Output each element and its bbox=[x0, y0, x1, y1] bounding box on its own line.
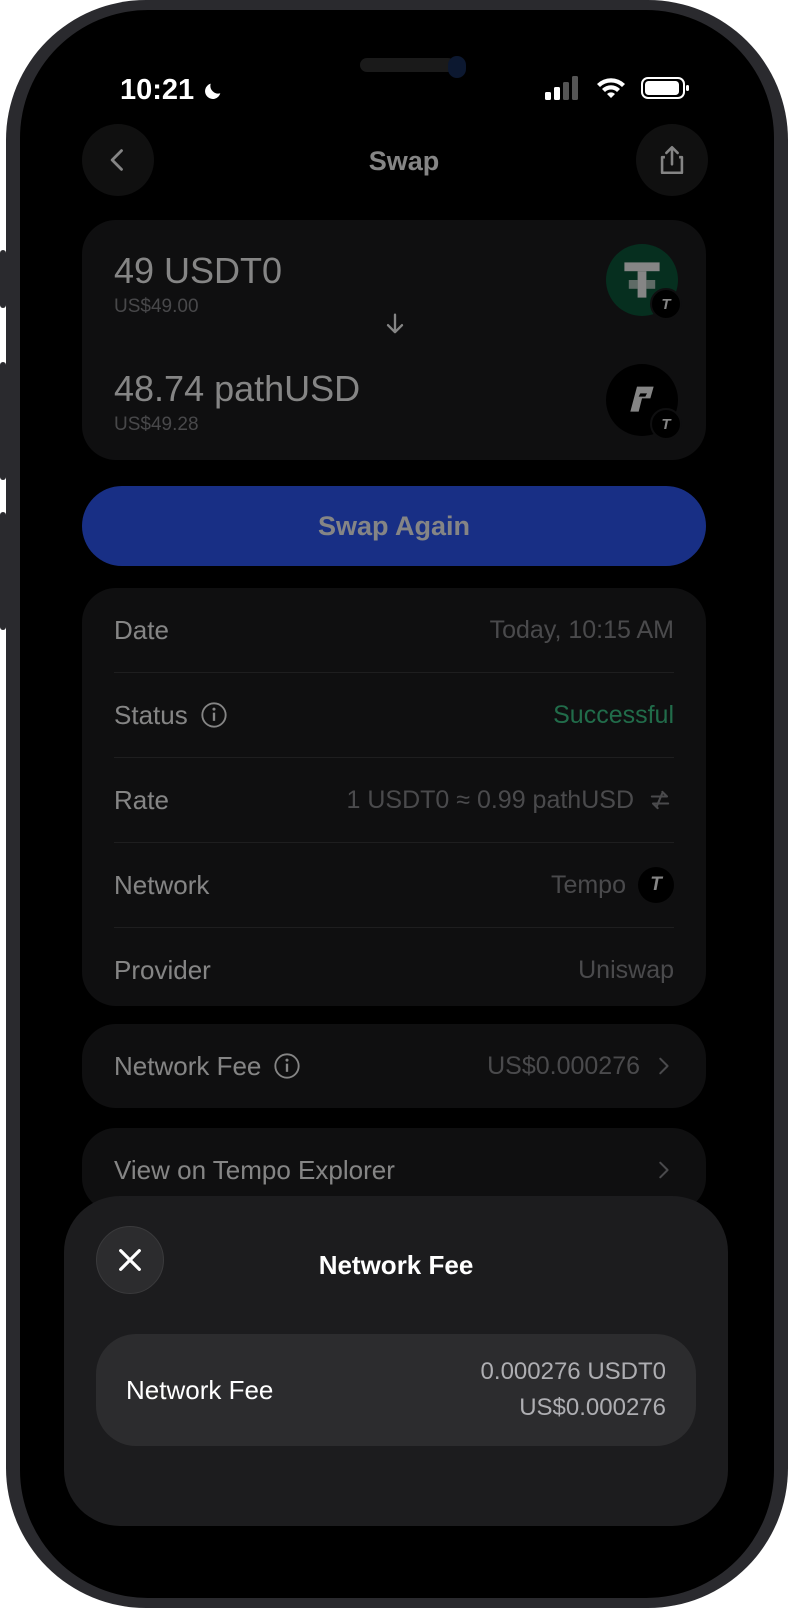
info-icon[interactable] bbox=[273, 1052, 301, 1080]
network-fee-detail: Network Fee 0.000276 USDT0 US$0.000276 bbox=[96, 1334, 696, 1446]
tempo-network-badge: T bbox=[650, 288, 682, 320]
tempo-network-icon: T bbox=[638, 867, 674, 903]
sheet-fee-values: 0.000276 USDT0 US$0.000276 bbox=[481, 1358, 666, 1422]
date-label: Date bbox=[114, 614, 169, 645]
volume-up-button bbox=[0, 362, 6, 480]
from-token: T bbox=[606, 244, 682, 320]
network-fee-label-group: Network Fee bbox=[114, 1051, 301, 1082]
sheet-title: Network Fee bbox=[318, 1250, 474, 1280]
screen: 10:21 Swap 49 USDT0 US$49.00 T 48.74 pat… bbox=[20, 10, 774, 1598]
status-time: 10:21 bbox=[120, 74, 224, 107]
date-row: Date Today, 10:15 AM bbox=[114, 588, 674, 673]
network-value: Tempo bbox=[550, 870, 626, 899]
status-label-group: Status bbox=[114, 700, 228, 731]
swap-rate-icon[interactable] bbox=[646, 786, 674, 814]
moon-icon bbox=[205, 83, 221, 99]
share-icon bbox=[660, 145, 684, 175]
phone-frame: 10:21 Swap 49 USDT0 US$49.00 T 48.74 pat… bbox=[0, 0, 788, 1608]
rate-value-group: 1 USDT0 ≈ 0.99 pathUSD bbox=[347, 786, 674, 815]
to-amount: 48.74 pathUSD bbox=[114, 368, 361, 409]
wifi-icon bbox=[597, 78, 625, 98]
volume-down-button bbox=[0, 512, 6, 630]
status-value: Successful bbox=[553, 700, 674, 729]
provider-label: Provider bbox=[114, 954, 211, 985]
speaker-grille bbox=[360, 58, 455, 72]
share-button[interactable] bbox=[636, 124, 708, 196]
from-fiat: US$49.00 bbox=[114, 296, 199, 317]
swap-summary-card: 49 USDT0 US$49.00 T 48.74 pathUSD US$49.… bbox=[82, 220, 706, 460]
sheet-fee-label: Network Fee bbox=[126, 1374, 274, 1405]
to-token: T bbox=[606, 364, 682, 440]
rate-label: Rate bbox=[114, 784, 169, 815]
front-camera bbox=[448, 56, 466, 78]
provider-value: Uniswap bbox=[578, 955, 674, 984]
cellular-signal-icon bbox=[545, 76, 578, 100]
date-value: Today, 10:15 AM bbox=[489, 615, 674, 644]
tempo-network-badge: T bbox=[650, 408, 682, 440]
sheet-fee-token-value: 0.000276 USDT0 bbox=[480, 1358, 666, 1385]
swap-again-button[interactable]: Swap Again bbox=[82, 486, 706, 566]
power-button bbox=[782, 400, 788, 590]
network-fee-sheet: Network Fee Network Fee 0.000276 USDT0 U… bbox=[64, 1196, 728, 1526]
battery-icon bbox=[641, 77, 689, 99]
network-fee-label: Network Fee bbox=[114, 1050, 262, 1081]
clock: 10:21 bbox=[120, 74, 195, 106]
view-explorer-label: View on Tempo Explorer bbox=[114, 1154, 395, 1185]
network-row: Network Tempo T bbox=[114, 843, 674, 928]
mute-switch bbox=[0, 250, 6, 308]
provider-row: Provider Uniswap bbox=[114, 928, 674, 1012]
network-label: Network bbox=[114, 869, 210, 900]
network-fee-value-group: US$0.000276 bbox=[487, 1052, 674, 1081]
arrow-down-icon bbox=[386, 313, 404, 334]
rate-value: 1 USDT0 ≈ 0.99 pathUSD bbox=[346, 785, 634, 814]
network-fee-value: US$0.000276 bbox=[487, 1051, 640, 1080]
chevron-right-icon bbox=[659, 1161, 669, 1179]
status-row: Status Successful bbox=[114, 673, 674, 758]
sheet-fee-fiat-value: US$0.000276 bbox=[519, 1394, 666, 1421]
from-amount: 49 USDT0 bbox=[114, 250, 283, 291]
details-card: Date Today, 10:15 AM Status Successful R… bbox=[82, 588, 706, 1006]
status-label: Status bbox=[114, 699, 188, 730]
info-icon[interactable] bbox=[200, 701, 228, 729]
chevron-right-icon bbox=[659, 1057, 669, 1075]
network-value-group: Tempo T bbox=[551, 867, 674, 903]
network-fee-row[interactable]: Network Fee US$0.000276 bbox=[82, 1024, 706, 1108]
status-icons bbox=[545, 76, 691, 100]
rate-row: Rate 1 USDT0 ≈ 0.99 pathUSD bbox=[114, 758, 674, 843]
to-fiat: US$49.28 bbox=[114, 414, 199, 435]
